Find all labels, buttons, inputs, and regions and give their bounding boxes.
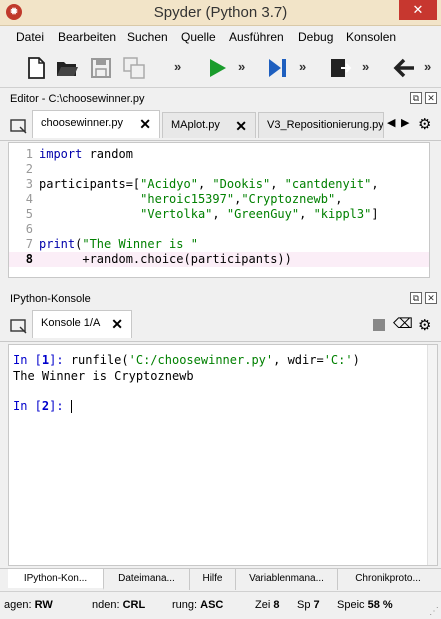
console-options-gear-icon[interactable]: ⚙: [418, 316, 431, 334]
save-icon[interactable]: [89, 56, 113, 80]
line-number: 7: [25, 237, 33, 251]
status-encoding: rung: ASC: [172, 599, 224, 611]
editor-tab-bar: choosewinner.py ✕ MAplot.py ✕ V3_Reposit…: [0, 108, 441, 141]
tab-label: Konsole 1/A: [41, 317, 101, 329]
line-number: 6: [25, 222, 33, 236]
status-bar: agen: RW nden: CRL rung: ASC Zei 8 Sp 7 …: [0, 591, 441, 619]
close-pane-icon[interactable]: ✕: [425, 292, 437, 304]
tab-maplot[interactable]: MAplot.py ✕: [162, 112, 256, 138]
tab-scroll-right-icon[interactable]: ▶: [401, 116, 409, 129]
status-line: Zei 8: [255, 599, 280, 611]
code-line[interactable]: 2: [9, 162, 429, 177]
tab-label: choosewinner.py: [41, 117, 123, 129]
code-text: "Vertolka", "GreenGuy", "kippl3"]: [140, 207, 379, 221]
code-text: "heroic15397","Cryptoznewb",: [140, 192, 343, 206]
close-tab-icon[interactable]: ✕: [139, 116, 151, 133]
editor-pane-header: Editor - C:\choosewinner.py ⧉ ✕: [0, 90, 441, 108]
browse-tabs-icon[interactable]: [10, 318, 28, 334]
close-pane-icon[interactable]: ✕: [425, 92, 437, 104]
status-eol: nden: CRL: [92, 599, 146, 611]
code-text: +random.choice(participants)): [39, 252, 292, 266]
close-tab-icon[interactable]: ✕: [111, 316, 123, 333]
menu-ausfuehren[interactable]: Ausführen: [229, 30, 284, 44]
console-input-1: In [1]: runfile('C:/choosewinner.py', wd…: [13, 353, 360, 367]
line-number: 8: [25, 252, 33, 266]
eraser-icon[interactable]: ⌫: [393, 315, 413, 332]
toolbar-more-1[interactable]: »: [174, 59, 181, 74]
line-number: 5: [25, 207, 33, 221]
line-number: 4: [25, 192, 33, 206]
bottom-tab-bar: IPython-Kon... Dateimana... Hilfe Variab…: [0, 568, 441, 590]
console-scrollbar[interactable]: [427, 345, 437, 565]
code-line[interactable]: 7 print("The Winner is ": [9, 237, 429, 252]
code-line[interactable]: 6: [9, 222, 429, 237]
ipython-console[interactable]: In [1]: runfile('C:/choosewinner.py', wd…: [8, 344, 438, 566]
undock-icon[interactable]: ⧉: [410, 92, 422, 104]
tab-label: V3_Repositionierung.py: [267, 119, 384, 131]
toolbar-more-2[interactable]: »: [238, 59, 245, 74]
open-folder-icon[interactable]: [55, 56, 79, 80]
status-column: Sp 7: [297, 599, 320, 611]
editor-options-gear-icon[interactable]: ⚙: [418, 115, 431, 133]
menu-bearbeiten[interactable]: Bearbeiten: [58, 30, 116, 44]
tab-variablenmanager[interactable]: Variablenmana...: [236, 569, 338, 590]
run-icon[interactable]: [205, 56, 229, 80]
code-line[interactable]: 3 participants=["Acidyo", "Dookis", "cant…: [9, 177, 429, 192]
tab-konsole-1a[interactable]: Konsole 1/A ✕: [32, 310, 132, 338]
toolbar-more-5[interactable]: »: [424, 59, 431, 74]
new-file-icon[interactable]: [24, 56, 48, 80]
code-editor[interactable]: 1 import random 2 3 participants=["Acidyo", …: [8, 142, 430, 278]
undock-icon[interactable]: ⧉: [410, 292, 422, 304]
toolbar-more-4[interactable]: »: [362, 59, 369, 74]
close-tab-icon[interactable]: ✕: [235, 118, 247, 135]
console-input-2[interactable]: In [2]:: [13, 399, 72, 414]
console-output: The Winner is Cryptoznewb: [13, 369, 194, 383]
code-line[interactable]: 1 import random: [9, 147, 429, 162]
window-title: Spyder (Python 3.7): [153, 4, 288, 21]
tab-chronikprotokoll[interactable]: Chronikproto...: [338, 569, 438, 590]
browse-tabs-icon[interactable]: [10, 118, 28, 134]
toolbar-more-3[interactable]: »: [299, 59, 306, 74]
code-line[interactable]: 8 +random.choice(participants)): [9, 252, 429, 267]
editor-path-label: Editor - C:\choosewinner.py: [10, 93, 145, 105]
menu-konsolen[interactable]: Konsolen: [346, 30, 396, 44]
status-permissions: agen: RW: [4, 599, 53, 611]
line-number: 2: [25, 162, 33, 176]
console-pane-label: IPython-Konsole: [10, 293, 91, 305]
line-number: 3: [25, 177, 33, 191]
menu-debug[interactable]: Debug: [298, 30, 333, 44]
window-close-button[interactable]: ✕: [399, 0, 437, 20]
maximize-pane-icon[interactable]: [329, 56, 353, 80]
menu-quelle[interactable]: Quelle: [181, 30, 216, 44]
tab-hilfe[interactable]: Hilfe: [190, 569, 236, 590]
console-pane-header: IPython-Konsole ⧉ ✕: [0, 290, 441, 308]
stop-icon[interactable]: [373, 319, 385, 331]
tab-scroll-left-icon[interactable]: ◀: [387, 116, 395, 129]
toolbar: » » » » »: [0, 48, 441, 88]
code-text: import random: [39, 147, 133, 161]
back-arrow-icon[interactable]: [392, 56, 416, 80]
debug-icon[interactable]: [266, 56, 290, 80]
code-text: print("The Winner is ": [39, 237, 198, 251]
status-memory: Speic 58 %: [337, 599, 393, 611]
resize-grip-icon[interactable]: ⋰: [429, 606, 439, 617]
menu-datei[interactable]: Datei: [16, 30, 44, 44]
save-all-icon[interactable]: [122, 56, 146, 80]
menu-bar: Datei Bearbeiten Suchen Quelle Ausführen…: [0, 26, 441, 48]
title-bar: ✹ Spyder (Python 3.7) ✕: [0, 0, 441, 26]
code-line[interactable]: 5 "Vertolka", "GreenGuy", "kippl3"]: [9, 207, 429, 222]
code-line[interactable]: 4 "heroic15397","Cryptoznewb",: [9, 192, 429, 207]
tab-v3-repositionierung[interactable]: V3_Repositionierung.py: [258, 112, 384, 138]
tab-dateimanager[interactable]: Dateimana...: [104, 569, 190, 590]
tab-ipython-konsole[interactable]: IPython-Kon...: [8, 569, 104, 590]
code-text: participants=["Acidyo", "Dookis", "cantd…: [39, 177, 379, 191]
text-cursor: [70, 400, 72, 413]
tab-label: MAplot.py: [171, 119, 220, 131]
console-tab-bar: Konsole 1/A ✕ ⌫ ⚙: [0, 308, 441, 342]
menu-suchen[interactable]: Suchen: [127, 30, 168, 44]
line-number: 1: [25, 147, 33, 161]
tab-choosewinner[interactable]: choosewinner.py ✕: [32, 110, 160, 138]
